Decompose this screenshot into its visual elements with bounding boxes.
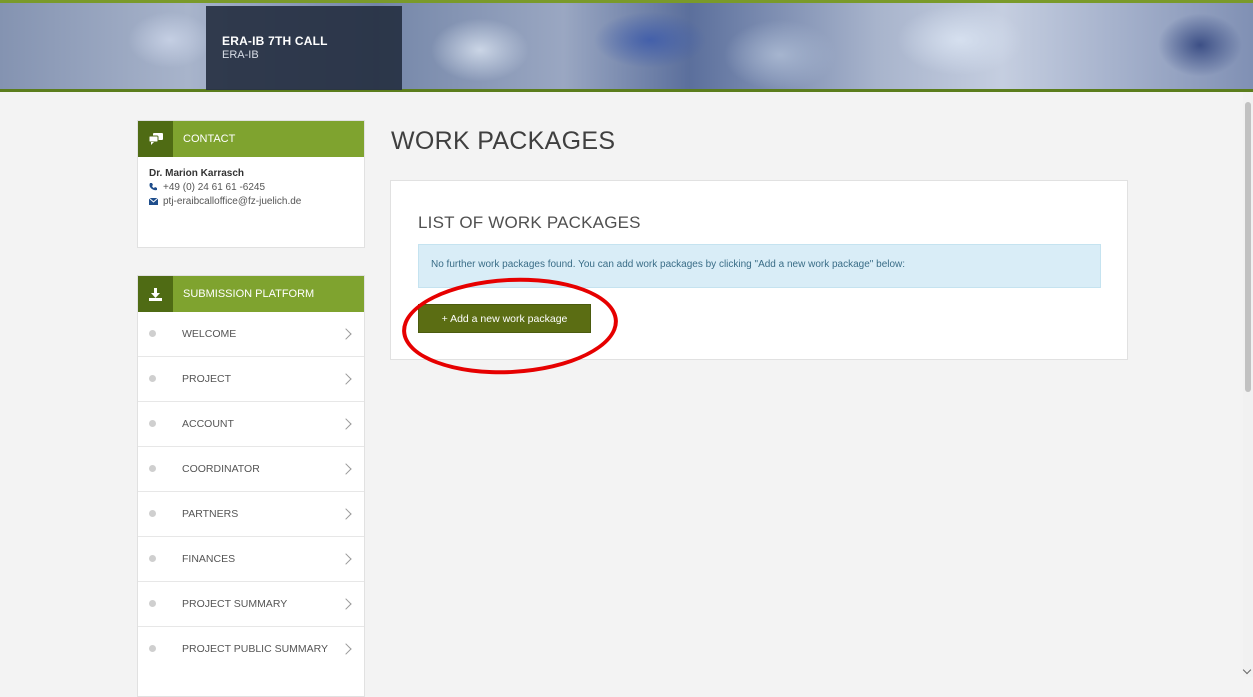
chevron-right-icon — [340, 553, 352, 565]
contact-phone-row: +49 (0) 24 61 61 -6245 — [149, 181, 353, 195]
status-dot-icon — [149, 420, 156, 427]
phone-icon — [149, 181, 163, 195]
sidebar-item-label: COORDINATOR — [182, 463, 260, 475]
sidebar-item-project-summary[interactable]: PROJECT SUMMARY — [138, 581, 364, 626]
submission-nav: WELCOME PROJECT ACCOUNT COORDINATOR PART… — [138, 312, 364, 671]
status-dot-icon — [149, 600, 156, 607]
chevron-right-icon — [340, 508, 352, 520]
sidebar-item-project-public-summary[interactable]: PROJECT PUBLIC SUMMARY — [138, 626, 364, 671]
sidebar-item-label: FINANCES — [182, 553, 236, 565]
sidebar-item-account[interactable]: ACCOUNT — [138, 401, 364, 446]
chevron-down-icon[interactable] — [1242, 665, 1252, 675]
chevron-right-icon — [340, 643, 352, 655]
download-icon — [138, 276, 173, 312]
brand-box[interactable] — [206, 6, 402, 90]
card-title: LIST OF WORK PACKAGES — [418, 213, 641, 232]
contact-email-row: ptj-eraibcalloffice@fz-juelich.de — [148, 195, 353, 209]
info-message: No further work packages found. You can … — [431, 259, 906, 270]
contact-name: Dr. Marion Karrasch — [149, 168, 245, 179]
chevron-right-icon — [340, 598, 352, 610]
status-dot-icon — [149, 555, 156, 562]
site-title[interactable]: ERA-IB 7TH CALL — [222, 34, 328, 48]
sidebar-item-label: PROJECT SUMMARY — [182, 598, 288, 610]
header-bottom-line — [0, 89, 1253, 92]
sidebar-item-label: PROJECT — [182, 373, 232, 385]
page-scrollbar[interactable] — [1242, 92, 1253, 677]
status-dot-icon — [149, 330, 156, 337]
header-banner — [0, 0, 1253, 92]
chevron-right-icon — [340, 373, 352, 385]
status-dot-icon — [149, 645, 156, 652]
header-top-line — [0, 0, 1253, 3]
envelope-icon — [148, 195, 163, 209]
submission-heading: SUBMISSION PLATFORM — [183, 288, 315, 300]
site-subtitle: ERA-IB — [222, 49, 259, 61]
contact-heading: CONTACT — [183, 133, 236, 145]
contact-header: CONTACT — [138, 121, 364, 157]
sidebar-item-partners[interactable]: PARTNERS — [138, 491, 364, 536]
sidebar-item-welcome[interactable]: WELCOME — [138, 312, 364, 356]
sidebar-item-finances[interactable]: FINANCES — [138, 536, 364, 581]
submission-header: SUBMISSION PLATFORM — [138, 276, 364, 312]
contact-panel: CONTACT Dr. Marion Karrasch +49 (0) 24 6… — [137, 120, 365, 248]
status-dot-icon — [149, 510, 156, 517]
contact-email-link[interactable]: ptj-eraibcalloffice@fz-juelich.de — [163, 195, 301, 209]
page-title: WORK PACKAGES — [391, 127, 616, 155]
chevron-right-icon — [340, 418, 352, 430]
sidebar-item-project[interactable]: PROJECT — [138, 356, 364, 401]
chat-icon — [138, 121, 173, 157]
sidebar-item-label: WELCOME — [182, 328, 237, 340]
status-dot-icon — [149, 465, 156, 472]
status-dot-icon — [149, 375, 156, 382]
sidebar-item-coordinator[interactable]: COORDINATOR — [138, 446, 364, 491]
sidebar-item-label: ACCOUNT — [182, 418, 234, 430]
chevron-right-icon — [340, 463, 352, 475]
scroll-thumb[interactable] — [1245, 102, 1251, 392]
contact-phone: +49 (0) 24 61 61 -6245 — [163, 182, 266, 193]
submission-panel: SUBMISSION PLATFORM WELCOME PROJECT ACCO… — [137, 275, 365, 697]
sidebar-item-label: PARTNERS — [182, 508, 239, 520]
sidebar-item-label: PROJECT PUBLIC SUMMARY — [182, 643, 329, 655]
chevron-right-icon — [340, 328, 352, 340]
